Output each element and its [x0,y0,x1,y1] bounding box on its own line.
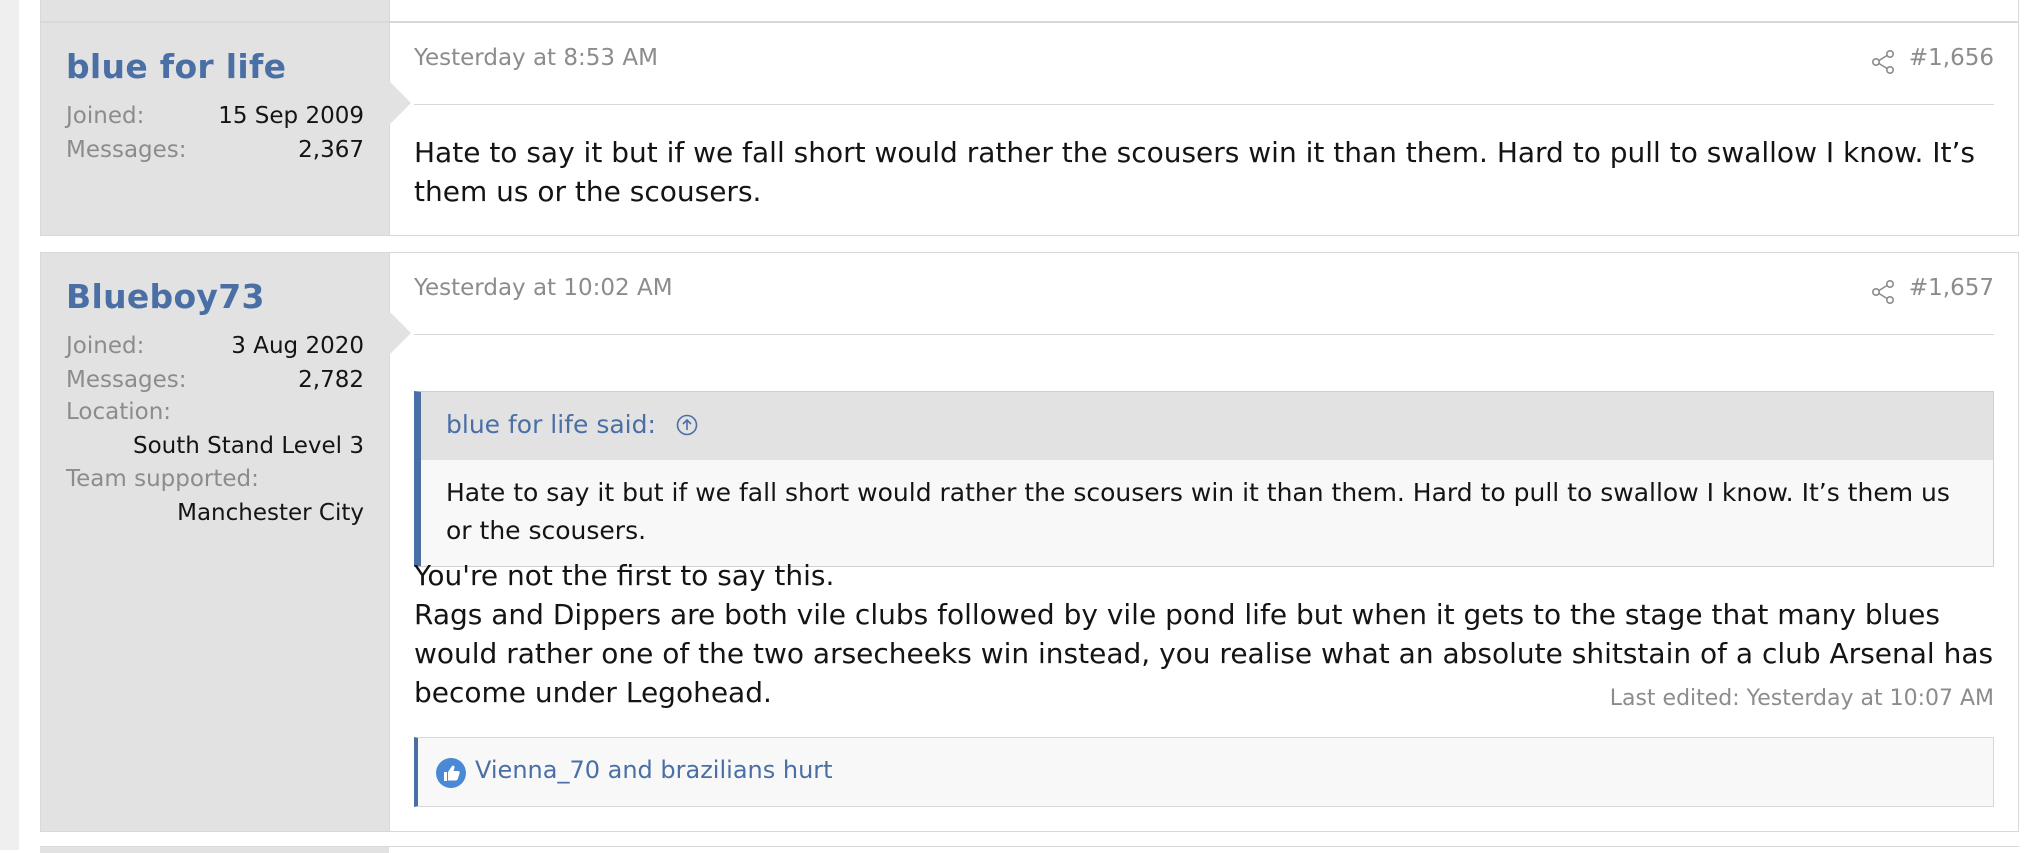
post-user-panel: blue for life Joined: 15 Sep 2009 Messag… [41,23,411,235]
post-1657: Blueboy73 Joined: 3 Aug 2020 Messages: 2… [40,252,2019,832]
share-icon[interactable] [1870,49,1896,75]
joined-value: 3 Aug 2020 [231,333,364,359]
quote-author-text: blue for life said: [446,410,656,439]
quote-header: blue for life said: [421,392,1993,460]
post-message-cell: Yesterday at 10:02 AM #1,657 blue for li… [414,253,1994,831]
post-body-line: You're not the first to say this. [414,559,835,592]
joined-label: Joined: [66,333,145,359]
location-label: Location: [66,399,172,425]
post-message-cell: Yesterday at 8:53 AM #1,656 Hate to say … [414,23,1994,235]
post-date-link[interactable]: Yesterday at 10:02 AM [414,275,673,301]
joined-value: 15 Sep 2009 [218,103,364,129]
post-number-link[interactable]: #1,657 [1909,275,1994,301]
post-date-link[interactable]: Yesterday at 8:53 AM [414,45,658,71]
messages-value: 2,782 [298,367,364,393]
joined-label: Joined: [66,103,145,129]
team-supported-value: Manchester City [177,500,364,526]
username-link[interactable]: blue for life [66,47,286,86]
reactions-list-link[interactable]: Vienna_70 and brazilians hurt [475,756,833,784]
username-link[interactable]: Blueboy73 [66,277,265,316]
post-number-link[interactable]: #1,656 [1909,45,1994,71]
quote-block: blue for life said: Hate to say it but i… [414,391,1994,567]
messages-value: 2,367 [298,137,364,163]
quote-author-link[interactable]: blue for life said: [446,410,698,439]
location-value[interactable]: South Stand Level 3 [133,433,364,459]
last-edited-label: Last edited: Yesterday at 10:07 AM [1609,686,1994,711]
messages-label[interactable]: Messages: [66,134,187,166]
post-1656: blue for life Joined: 15 Sep 2009 Messag… [40,22,2019,236]
page-left-gutter [0,0,19,850]
message-divider [414,104,1994,105]
post-user-panel: Blueboy73 Joined: 3 Aug 2020 Messages: 2… [41,253,411,831]
thumbs-up-icon [436,758,466,788]
message-divider [414,334,1994,335]
team-supported-label: Team supported: [66,466,259,492]
reactions-bar[interactable]: Vienna_70 and brazilians hurt [414,737,1994,807]
messages-label[interactable]: Messages: [66,364,187,396]
previous-post-stub [40,0,2019,22]
share-icon[interactable] [1870,279,1896,305]
arrow-up-circle-icon[interactable] [676,414,698,436]
quote-text: Hate to say it but if we fall short woul… [446,478,1950,545]
post-body-text: Hate to say it but if we fall short woul… [414,136,1975,208]
